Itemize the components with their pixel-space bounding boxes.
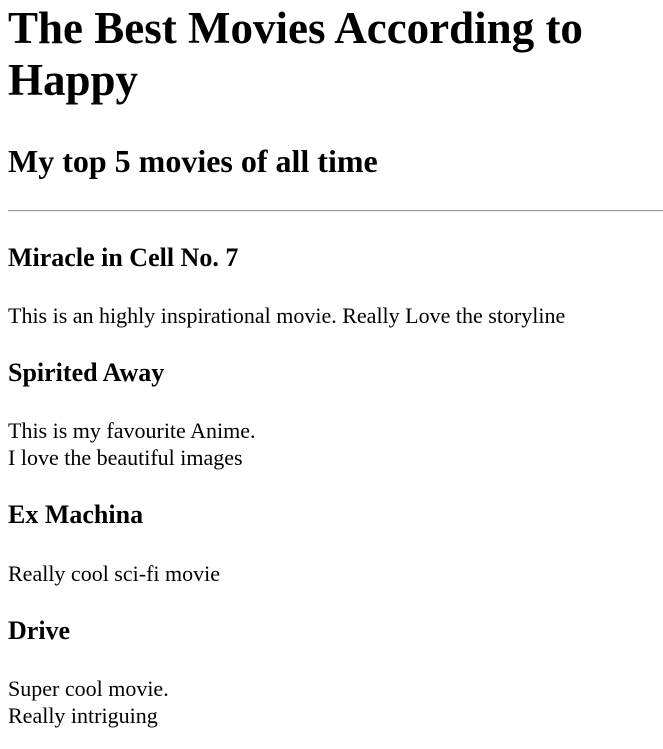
- movie-description-1: This is an highly inspirational movie. R…: [8, 303, 566, 328]
- page-subtitle: My top 5 movies of all time: [8, 143, 378, 179]
- movie-description-2-line-2: I love the beautiful images: [8, 445, 243, 470]
- movie-description-3: Really cool sci-fi movie: [8, 561, 220, 586]
- movie-description-4-line-1: Super cool movie.: [8, 676, 169, 701]
- movie-title-4: Drive: [8, 616, 71, 645]
- movie-description-2-line-1: This is my favourite Anime.: [8, 418, 256, 443]
- movie-title-2: Spirited Away: [8, 358, 165, 387]
- movie-description-4-line-2: Really intriguing: [8, 703, 158, 728]
- movie-title-1: Miracle in Cell No. 7: [8, 243, 239, 272]
- divider: [8, 210, 663, 212]
- movie-title-3: Ex Machina: [8, 500, 144, 529]
- page-title: The Best Movies According to Happy: [8, 3, 583, 105]
